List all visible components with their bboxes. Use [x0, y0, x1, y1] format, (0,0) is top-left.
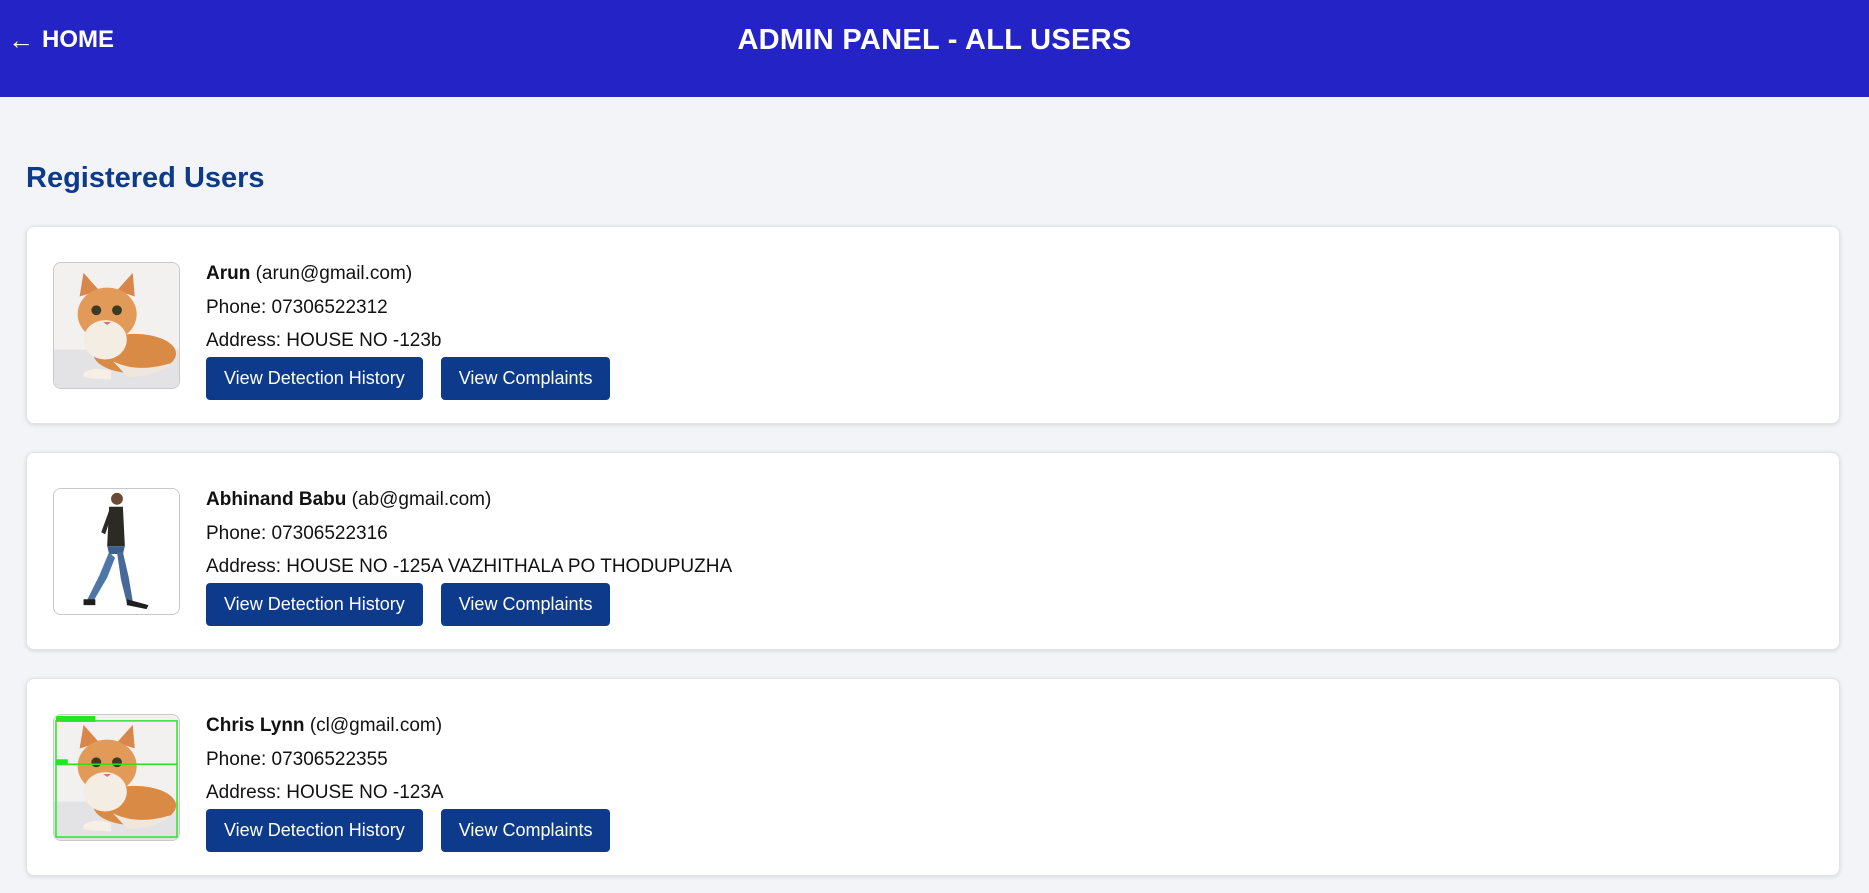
user-phone: Phone: 07306522316 [206, 522, 388, 544]
avatar [53, 262, 180, 389]
walking-person-photo [54, 489, 179, 614]
view-complaints-button[interactable]: View Complaints [440, 583, 611, 626]
user-email: (ab@gmail.com) [351, 489, 492, 510]
user-actions: View Detection History View Complaints [206, 357, 611, 400]
view-detection-history-button[interactable]: View Detection History [206, 357, 423, 400]
user-name: Abhinand Babu [206, 489, 347, 510]
user-address: Address: HOUSE NO -123b [206, 330, 442, 351]
user-phone: Phone: 07306522355 [206, 748, 388, 770]
user-info: Abhinand Babu (ab@gmail.com) Phone: 0730… [206, 483, 732, 584]
top-bar: ← HOME ADMIN PANEL - ALL USERS [0, 0, 1869, 97]
view-complaints-button[interactable]: View Complaints [440, 809, 611, 852]
user-card: Chris Lynn (cl@gmail.com) Phone: 0730652… [26, 678, 1840, 876]
section-title: Registered Users [26, 162, 265, 194]
page-title: ADMIN PANEL - ALL USERS [737, 24, 1132, 56]
view-detection-history-button[interactable]: View Detection History [206, 583, 423, 626]
user-address: Address: HOUSE NO -123A [206, 782, 444, 803]
cat-photo [54, 263, 179, 388]
user-actions: View Detection History View Complaints [206, 809, 611, 852]
view-detection-history-button[interactable]: View Detection History [206, 809, 423, 852]
user-address: Address: HOUSE NO -125A VAZHITHALA PO TH… [206, 556, 733, 577]
user-email: (cl@gmail.com) [309, 715, 443, 736]
user-card: Arun (arun@gmail.com) Phone: 07306522312… [26, 226, 1840, 424]
view-complaints-button[interactable]: View Complaints [440, 357, 611, 400]
user-phone: Phone: 07306522312 [206, 296, 388, 318]
user-card: Abhinand Babu (ab@gmail.com) Phone: 0730… [26, 452, 1840, 650]
user-name: Arun [206, 263, 251, 284]
user-info: Arun (arun@gmail.com) Phone: 07306522312… [206, 257, 441, 358]
user-actions: View Detection History View Complaints [206, 583, 611, 626]
user-name: Chris Lynn [206, 715, 305, 736]
user-info: Chris Lynn (cl@gmail.com) Phone: 0730652… [206, 709, 444, 810]
avatar [53, 714, 180, 841]
user-email: (arun@gmail.com) [255, 263, 413, 284]
cat-photo-with-detection-boxes [54, 715, 179, 840]
avatar [53, 488, 180, 615]
